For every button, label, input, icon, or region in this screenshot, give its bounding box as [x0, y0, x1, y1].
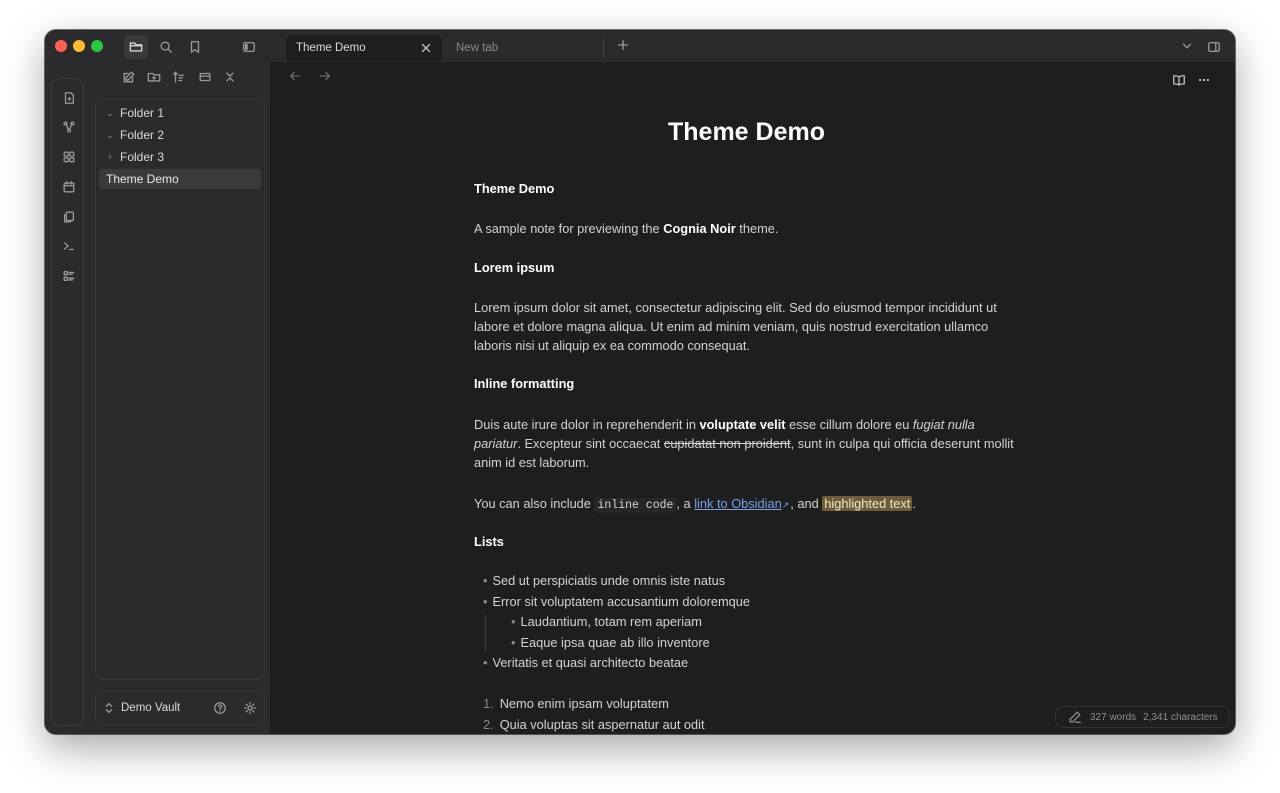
inline-text: . Excepteur sint occaecat [517, 436, 664, 451]
inline-text: Duis aute irure dolor in reprehenderit i… [474, 417, 700, 432]
app-window: Theme Demo New tab ⌄ Folder 1 ⌄ Folder 2… [45, 30, 1235, 734]
chevron-down-icon: ⌄ [106, 129, 114, 140]
chevron-down-icon: ⌄ [106, 107, 114, 118]
collapse-all-icon[interactable] [196, 68, 214, 86]
tree-file-theme-demo[interactable]: Theme Demo [99, 169, 261, 189]
word-count: 327 words [1090, 711, 1137, 723]
heading-theme-demo: Theme Demo [474, 181, 555, 196]
heading-lorem-ipsum: Lorem ipsum [474, 260, 555, 275]
file-label: Theme Demo [106, 172, 179, 186]
zoom-window-button[interactable] [91, 40, 103, 52]
back-arrow-icon[interactable] [287, 68, 303, 84]
external-link-icon: ↗ [781, 500, 790, 510]
ribbon [51, 78, 84, 726]
list-item: • Error sit voluptatem accusantium dolore… [483, 594, 750, 609]
bold-text: voluptate velit [699, 417, 786, 432]
chevron-down-icon[interactable] [1178, 37, 1196, 55]
folder-label: Folder 1 [120, 106, 165, 120]
close-window-button[interactable] [55, 40, 67, 52]
character-count: 2,341 characters [1143, 711, 1218, 723]
tab-new-tab[interactable]: New tab [446, 35, 604, 61]
settings-icon[interactable] [242, 700, 258, 716]
inline-text: You can also include [474, 496, 595, 511]
vault-switch-icon [102, 701, 116, 715]
obsidian-link[interactable]: link to Obsidian [694, 496, 782, 511]
vault-name: Demo Vault [121, 702, 181, 714]
sidebar-toggle-icon[interactable] [237, 35, 261, 59]
folder-label: Folder 2 [120, 128, 165, 142]
intro-paragraph: A sample note for previewing the Cognia … [474, 219, 1019, 238]
intro-text: A sample note for previewing the [474, 221, 664, 236]
more-options-icon[interactable] [1194, 70, 1214, 90]
search-icon[interactable] [154, 35, 178, 59]
files-icon[interactable] [124, 35, 148, 59]
theme-name: Cognia Noir [663, 221, 736, 236]
note-title: Theme Demo [668, 118, 825, 146]
reading-view-icon[interactable] [1169, 70, 1189, 90]
status-bar: 327 words 2,341 characters [1055, 706, 1230, 728]
strikethrough-text: cupidatat non proident [663, 436, 791, 451]
sort-icon[interactable] [170, 68, 188, 86]
tab-theme-demo[interactable]: Theme Demo [286, 35, 442, 61]
title-bar [45, 30, 1235, 62]
canvas-icon[interactable] [59, 147, 79, 167]
inline-code: inline code [594, 498, 677, 513]
file-icon[interactable] [59, 88, 79, 108]
forward-arrow-icon[interactable] [317, 68, 333, 84]
graph-icon[interactable] [59, 117, 79, 137]
lorem-paragraph: Lorem ipsum dolor sit amet, consectetur … [474, 300, 997, 353]
tree-folder-1[interactable]: ⌄ Folder 1 [99, 103, 261, 123]
terminal-icon[interactable] [59, 236, 79, 256]
list-item: • Sed ut perspiciatis unde omnis iste nat… [483, 573, 726, 588]
bookmark-icon[interactable] [183, 35, 207, 59]
close-panel-icon[interactable] [221, 68, 239, 86]
chevron-right-icon: › [108, 151, 112, 163]
inline-text: , and [790, 496, 823, 511]
heading-inline-formatting: Inline formatting [474, 376, 575, 391]
indent-guide [485, 614, 486, 652]
new-folder-icon[interactable] [145, 68, 163, 86]
tab-label: New tab [456, 42, 499, 54]
minimize-window-button[interactable] [73, 40, 85, 52]
close-tab-icon[interactable] [419, 41, 433, 55]
tab-divider [603, 39, 604, 57]
right-sidebar-icon[interactable] [1204, 37, 1224, 57]
inline-text: esse cillum dolore eu [785, 417, 913, 432]
inline-text: . [912, 496, 916, 511]
numbered-item: 2. Quia voluptas sit aspernatur aut odit [483, 717, 705, 732]
tree-folder-2[interactable]: ⌄ Folder 2 [99, 125, 261, 145]
tree-folder-3[interactable]: › Folder 3 [99, 147, 261, 167]
file-explorer: ⌄ Folder 1 ⌄ Folder 2 › Folder 3 Theme D… [95, 98, 265, 680]
inline-paragraph-2: You can also include inline code, a link… [474, 494, 1019, 515]
new-note-icon[interactable] [120, 68, 138, 86]
edit-pencil-icon[interactable] [1068, 710, 1082, 724]
tab-label: Theme Demo [296, 42, 366, 54]
folder-label: Folder 3 [120, 150, 165, 164]
vault-switcher[interactable]: Demo Vault [95, 690, 265, 726]
inline-text: , a [676, 496, 695, 511]
heading-lists: Lists [474, 534, 504, 549]
intro-text-end: theme. [735, 221, 779, 236]
numbered-item: 1. Nemo enim ipsam voluptatem [483, 696, 669, 711]
list-item-nested: • Eaque ipsa quae ab illo inventore [511, 635, 710, 650]
list-item: • Veritatis et quasi architecto beatae [483, 655, 689, 670]
help-icon[interactable] [212, 700, 228, 716]
outline-icon[interactable] [59, 266, 79, 286]
calendar-icon[interactable] [59, 177, 79, 197]
templates-icon[interactable] [59, 207, 79, 227]
highlighted-text: highlighted text [822, 496, 913, 511]
inline-paragraph: Duis aute irure dolor in reprehenderit i… [474, 415, 1019, 472]
list-item-nested: • Laudantium, totam rem aperiam [511, 614, 702, 629]
new-tab-plus-icon[interactable] [614, 36, 632, 54]
